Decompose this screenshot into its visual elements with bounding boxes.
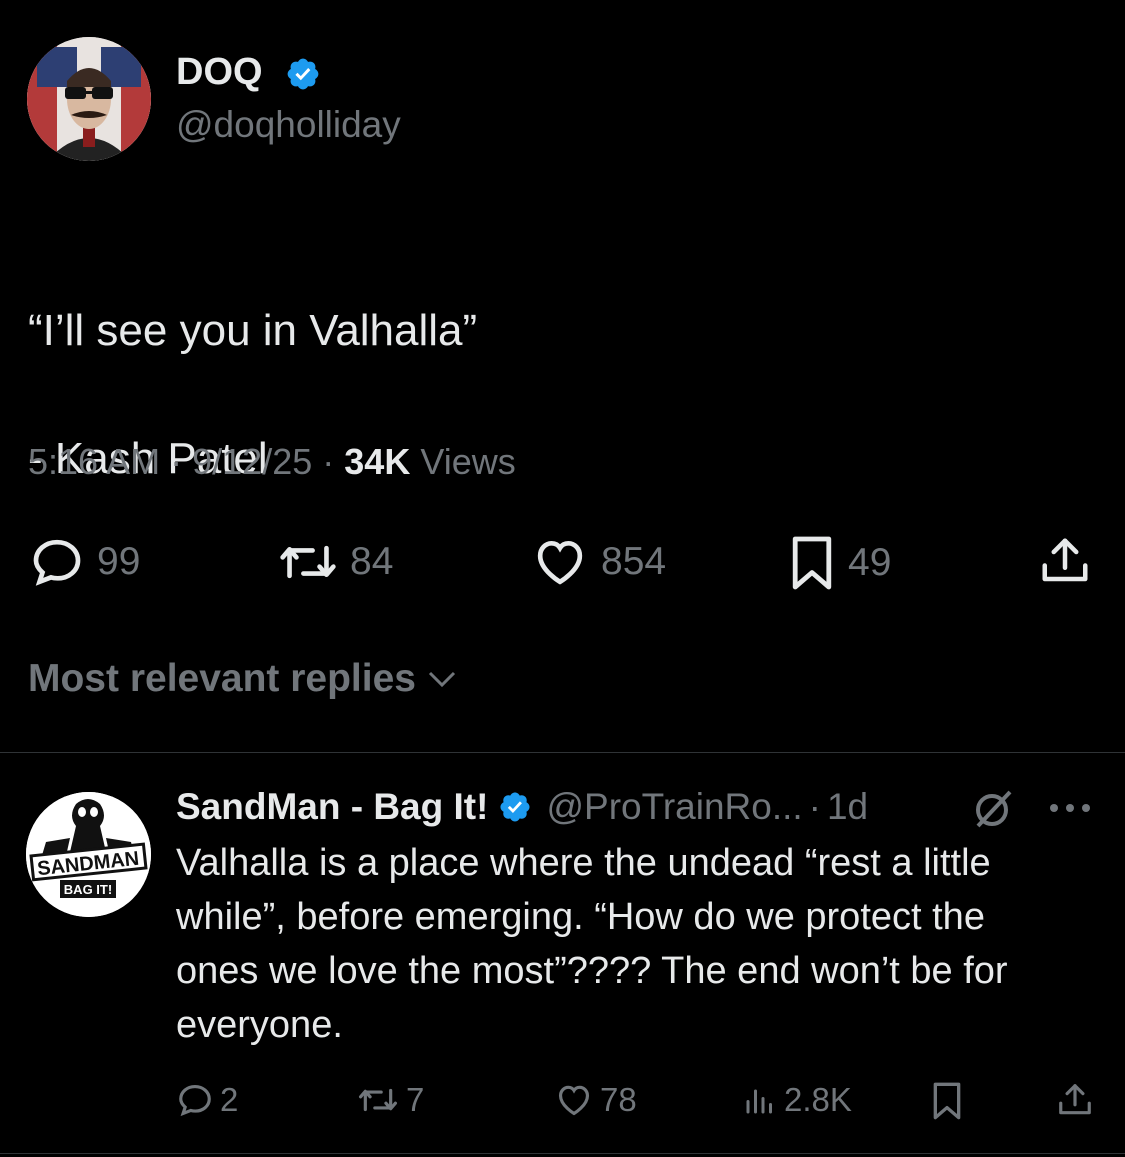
separator: · xyxy=(322,441,335,482)
reply-header: SandMan - Bag It! @ProTrainRo... · 1d xyxy=(176,783,868,831)
reply-time[interactable]: 1d xyxy=(827,786,868,828)
reply-like-button[interactable]: 78 xyxy=(554,1081,637,1119)
author-handle[interactable]: @doqholliday xyxy=(176,103,401,147)
views-label: Views xyxy=(420,441,516,482)
more-icon xyxy=(1050,804,1090,812)
share-icon xyxy=(1059,1084,1091,1115)
share-icon xyxy=(1042,538,1088,582)
chevron-down-icon xyxy=(428,671,456,688)
reply-author-name[interactable]: SandMan - Bag It! xyxy=(176,786,488,828)
reply-icon xyxy=(33,539,81,586)
reply-author-avatar[interactable]: SANDMAN BAG IT! xyxy=(26,792,151,917)
like-icon xyxy=(558,1085,590,1116)
avatar-image-icon xyxy=(27,37,151,161)
tweet-meta: 5:16 AM · 9/12/25 · 34K Views xyxy=(28,440,516,484)
bookmark-count: 49 xyxy=(848,541,892,584)
reply-views-button[interactable]: 2.8K xyxy=(742,1081,852,1119)
reply-views-count: 2.8K xyxy=(784,1081,852,1118)
tweet-time[interactable]: 5:16 AM xyxy=(28,441,160,482)
views-count[interactable]: 34K xyxy=(344,441,410,482)
views-icon xyxy=(746,1089,772,1114)
grok-icon xyxy=(976,790,1012,828)
reply-author-handle[interactable]: @ProTrainRo... xyxy=(546,786,802,828)
replies-sort-dropdown[interactable]: Most relevant replies xyxy=(28,656,460,702)
reply-button[interactable]: 99 xyxy=(29,534,140,590)
reply-text: Valhalla is a place where the undead “re… xyxy=(176,842,1008,1046)
repost-icon xyxy=(280,545,336,579)
share-button[interactable] xyxy=(1038,534,1092,588)
avatar-logo-subtext: BAG IT! xyxy=(64,882,112,897)
like-icon xyxy=(537,540,583,585)
bookmark-icon xyxy=(933,1082,961,1120)
bookmark-button[interactable]: 49 xyxy=(788,534,891,592)
reply-bookmark-button[interactable] xyxy=(930,1081,964,1121)
reply-reply-button[interactable]: 2 xyxy=(176,1081,238,1119)
divider xyxy=(0,1153,1125,1154)
verified-badge-icon xyxy=(500,792,530,822)
separator: · xyxy=(170,441,183,482)
reply-reply-count: 2 xyxy=(220,1081,239,1118)
grok-button[interactable] xyxy=(968,784,1016,832)
like-button[interactable]: 854 xyxy=(531,534,666,590)
separator: · xyxy=(808,786,821,827)
reply-share-button[interactable] xyxy=(1056,1081,1094,1119)
verified-badge-icon xyxy=(285,56,321,92)
divider xyxy=(0,752,1125,753)
like-count: 854 xyxy=(601,540,667,583)
bookmark-icon xyxy=(792,536,832,590)
author-display-name[interactable]: DOQ xyxy=(176,50,263,94)
repost-icon xyxy=(359,1088,397,1112)
repost-button[interactable]: 84 xyxy=(278,534,393,590)
reply-like-count: 78 xyxy=(600,1081,637,1118)
tweet-text-line: “I’ll see you in Valhalla” xyxy=(28,306,478,355)
more-options-button[interactable] xyxy=(1046,790,1094,826)
reply-count: 99 xyxy=(97,540,141,583)
tweet-text: “I’ll see you in Valhalla” - Kash Patel xyxy=(28,235,1088,555)
sandman-logo-icon: SANDMAN BAG IT! xyxy=(26,792,151,917)
replies-sort-label: Most relevant replies xyxy=(28,657,416,700)
reply-icon xyxy=(179,1084,211,1117)
repost-count: 84 xyxy=(350,540,394,583)
tweet-date[interactable]: 9/12/25 xyxy=(192,441,312,482)
reply-repost-button[interactable]: 7 xyxy=(356,1081,424,1119)
reply-repost-count: 7 xyxy=(406,1081,425,1118)
author-avatar[interactable] xyxy=(27,37,151,161)
